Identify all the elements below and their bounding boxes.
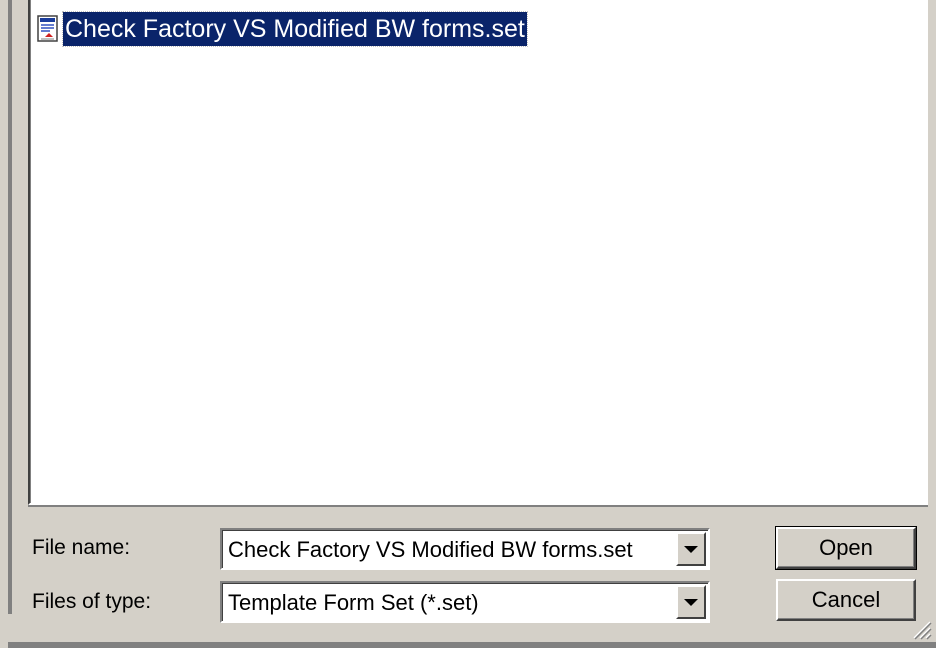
file-type-label: Files of type: — [32, 590, 152, 613]
file-list-item-label: Check Factory VS Modified BW forms.set — [62, 11, 528, 47]
file-name-combo[interactable]: Check Factory VS Modified BW forms.set — [220, 528, 710, 570]
file-type-select[interactable]: Template Form Set (*.set) — [228, 583, 479, 623]
chevron-down-icon — [684, 545, 698, 553]
file-name-label: File name: — [32, 536, 131, 559]
open-file-dialog: Check Factory VS Modified BW forms.set F… — [0, 0, 936, 648]
left-border — [8, 0, 12, 614]
open-button[interactable]: Open — [775, 526, 917, 570]
file-list-item[interactable]: Check Factory VS Modified BW forms.set — [36, 11, 528, 47]
file-type-dropdown-button[interactable] — [676, 585, 706, 619]
bottom-border — [8, 642, 936, 648]
file-name-dropdown-button[interactable] — [676, 532, 706, 566]
resize-grip-icon[interactable] — [910, 618, 932, 640]
file-list[interactable]: Check Factory VS Modified BW forms.set — [28, 0, 928, 505]
file-name-input[interactable]: Check Factory VS Modified BW forms.set — [228, 530, 633, 570]
file-type-combo[interactable]: Template Form Set (*.set) — [220, 581, 710, 623]
cancel-button[interactable]: Cancel — [776, 579, 916, 621]
template-form-set-icon — [36, 15, 60, 43]
chevron-down-icon — [684, 598, 698, 606]
